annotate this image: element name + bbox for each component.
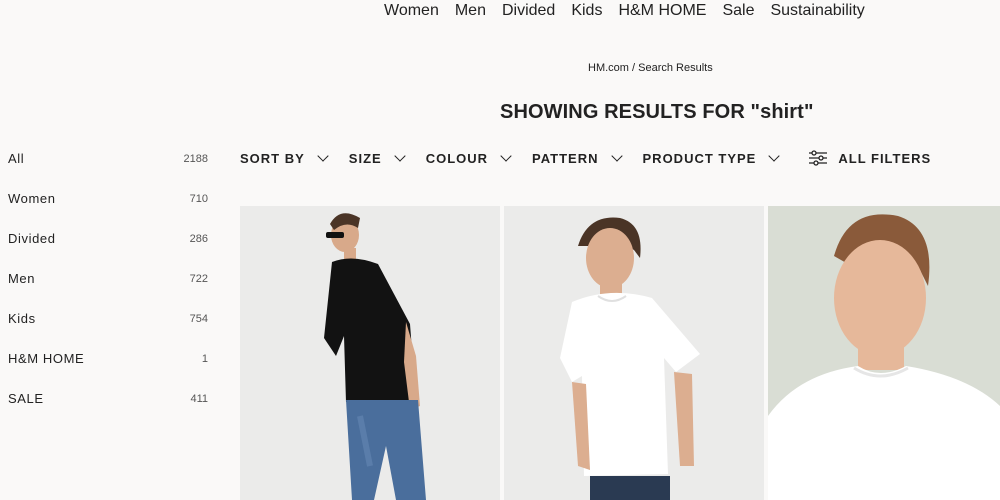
- product-type-filter-dropdown[interactable]: PRODUCT TYPE: [642, 149, 781, 166]
- nav-sale[interactable]: Sale: [722, 2, 754, 20]
- chevron-down-icon: [610, 149, 623, 162]
- product-card-man-black-tshirt[interactable]: [240, 206, 500, 500]
- filter-sliders-icon: [809, 150, 828, 166]
- breadcrumb-separator: /: [628, 62, 639, 74]
- breadcrumb-home[interactable]: HM.com: [588, 62, 629, 74]
- sidebar-item-label: All: [8, 151, 25, 166]
- sidebar-item-hm-home[interactable]: H&M HOME 1: [8, 348, 208, 388]
- product-grid: [240, 206, 1000, 500]
- sidebar-item-label: Women: [8, 191, 56, 206]
- product-image: [768, 214, 1000, 500]
- nav-women[interactable]: Women: [384, 2, 439, 20]
- sidebar-item-label: SALE: [8, 391, 44, 406]
- nav-divided[interactable]: Divided: [502, 2, 555, 20]
- top-navigation: Women Men Divided Kids H&M HOME Sale Sus…: [384, 2, 881, 20]
- nav-kids[interactable]: Kids: [571, 2, 602, 20]
- colour-filter-label: COLOUR: [425, 150, 489, 166]
- sidebar-item-label: Men: [8, 271, 36, 286]
- all-filters-label: ALL FILTERS: [838, 150, 932, 166]
- pattern-filter-label: PATTERN: [532, 150, 599, 166]
- breadcrumb: HM.com / Search Results: [588, 62, 713, 74]
- product-image: [560, 217, 700, 500]
- breadcrumb-current: Search Results: [638, 62, 713, 74]
- sidebar-item-all[interactable]: All 2188: [8, 148, 208, 188]
- product-card-man-white-tshirt[interactable]: [504, 206, 764, 500]
- product-card-man-white-tshirt-closeup[interactable]: [768, 206, 1000, 500]
- nav-sustainability[interactable]: Sustainability: [770, 2, 864, 20]
- pattern-filter-dropdown[interactable]: PATTERN: [532, 149, 623, 166]
- product-type-filter-label: PRODUCT TYPE: [642, 150, 757, 166]
- sort-by-dropdown[interactable]: SORT BY: [240, 149, 329, 166]
- all-filters-button[interactable]: ALL FILTERS: [808, 150, 931, 166]
- sidebar-item-kids[interactable]: Kids 754: [8, 308, 208, 348]
- sidebar-item-count: 722: [189, 273, 208, 285]
- size-filter-dropdown[interactable]: SIZE: [348, 149, 406, 166]
- sidebar-item-label: Kids: [8, 311, 36, 326]
- sidebar-item-label: Divided: [8, 231, 56, 246]
- page-title: SHOWING RESULTS FOR "shirt": [500, 101, 814, 123]
- category-sidebar: All 2188 Women 710 Divided 286 Men 722 K…: [8, 148, 208, 428]
- sidebar-item-count: 286: [189, 233, 208, 245]
- chevron-down-icon: [317, 149, 329, 162]
- sidebar-item-count: 411: [190, 393, 208, 405]
- chevron-down-icon: [394, 149, 406, 162]
- colour-filter-dropdown[interactable]: COLOUR: [425, 149, 512, 166]
- sidebar-item-count: 754: [189, 313, 208, 325]
- sidebar-item-divided[interactable]: Divided 286: [8, 228, 208, 268]
- chevron-down-icon: [768, 149, 781, 162]
- filter-bar: SORT BY SIZE COLOUR PATTERN PRODUCT TYPE…: [240, 148, 953, 168]
- sort-by-label: SORT BY: [240, 150, 305, 166]
- sidebar-item-sale[interactable]: SALE 411: [8, 388, 208, 428]
- product-image: [324, 213, 426, 500]
- nav-hm-home[interactable]: H&M HOME: [618, 2, 706, 20]
- sidebar-item-count: 1: [201, 353, 208, 365]
- sidebar-item-women[interactable]: Women 710: [8, 188, 208, 228]
- chevron-down-icon: [500, 149, 512, 162]
- size-filter-label: SIZE: [348, 150, 382, 166]
- sidebar-item-count: 710: [189, 193, 208, 205]
- sidebar-item-count: 2188: [183, 153, 208, 165]
- sidebar-item-men[interactable]: Men 722: [8, 268, 208, 308]
- sidebar-item-label: H&M HOME: [8, 351, 85, 366]
- nav-men[interactable]: Men: [455, 2, 486, 20]
